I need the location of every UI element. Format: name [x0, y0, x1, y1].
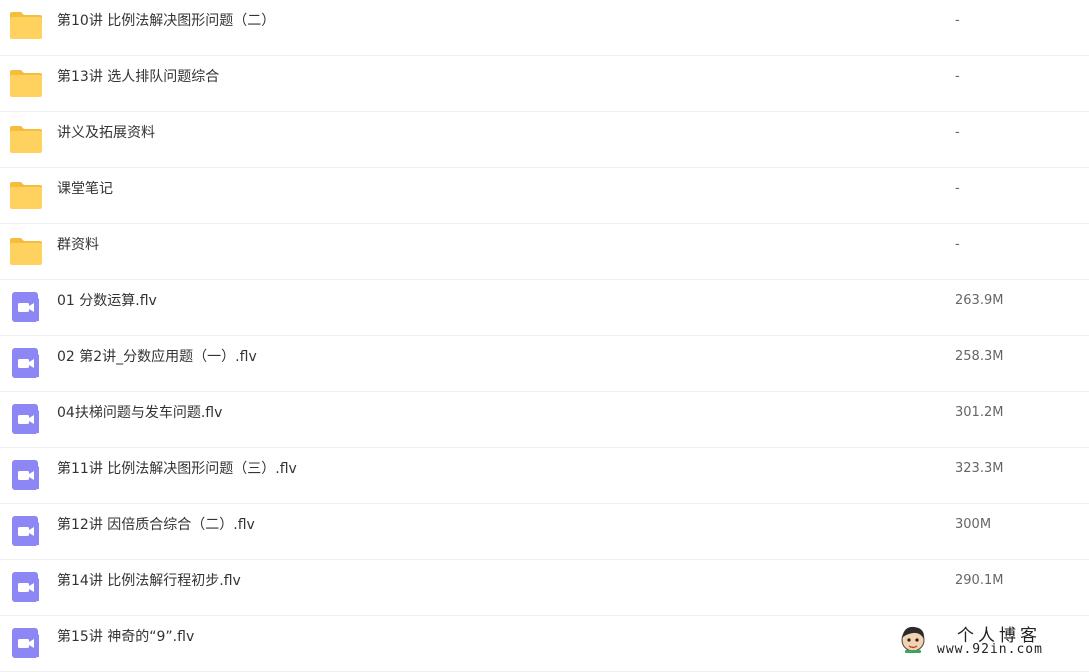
folder-icon — [9, 179, 43, 211]
file-row[interactable]: 第14讲 比例法解行程初步.flv 290.1M — [0, 560, 1089, 616]
file-size: 300M — [955, 517, 992, 532]
file-size: 301.2M — [955, 405, 1004, 420]
video-file-icon — [9, 571, 43, 603]
file-row[interactable]: 第12讲 因倍质合综合（二）.flv 300M — [0, 504, 1089, 560]
file-size: - — [955, 181, 960, 196]
file-name[interactable]: 课堂笔记 — [57, 168, 113, 210]
file-name[interactable]: 第13讲 选人排队问题综合 — [57, 56, 219, 98]
file-name[interactable]: 02 第2讲_分数应用题（一）.flv — [57, 336, 257, 378]
file-size: - — [955, 69, 960, 84]
file-row[interactable]: 第11讲 比例法解决图形问题（三）.flv 323.3M — [0, 448, 1089, 504]
file-name[interactable]: 群资料 — [57, 224, 99, 266]
video-file-icon — [9, 459, 43, 491]
file-name[interactable]: 第15讲 神奇的“9”.flv — [57, 616, 194, 658]
file-size: - — [955, 237, 960, 252]
video-file-icon — [9, 347, 43, 379]
file-size: 290.1M — [955, 573, 1004, 588]
video-file-icon — [9, 627, 43, 659]
watermark: 个人博客 www.92in.com — [895, 620, 1075, 660]
file-size: 263.9M — [955, 293, 1004, 308]
file-name[interactable]: 第11讲 比例法解决图形问题（三）.flv — [57, 448, 297, 490]
file-size: - — [955, 125, 960, 140]
folder-row[interactable]: 群资料 - — [0, 224, 1089, 280]
file-size: 323.3M — [955, 461, 1004, 476]
file-size: 258.3M — [955, 349, 1004, 364]
file-row[interactable]: 02 第2讲_分数应用题（一）.flv 258.3M — [0, 336, 1089, 392]
file-name[interactable]: 第12讲 因倍质合综合（二）.flv — [57, 504, 255, 546]
video-file-icon — [9, 291, 43, 323]
watermark-url: www.92in.com — [937, 642, 1043, 657]
folder-icon — [9, 9, 43, 41]
video-file-icon — [9, 515, 43, 547]
folder-row[interactable]: 第13讲 选人排队问题综合 - — [0, 56, 1089, 112]
file-list: 第10讲 比例法解决图形问题（二） - 第13讲 选人排队问题综合 - 讲义及拓展资料 -… — [0, 0, 1089, 672]
folder-row[interactable]: 讲义及拓展资料 - — [0, 112, 1089, 168]
file-name[interactable]: 04扶梯问题与发车问题.flv — [57, 392, 222, 434]
file-name[interactable]: 第10讲 比例法解决图形问题（二） — [57, 0, 275, 42]
file-name[interactable]: 01 分数运算.flv — [57, 280, 157, 322]
folder-row[interactable]: 第10讲 比例法解决图形问题（二） - — [0, 0, 1089, 56]
folder-icon — [9, 67, 43, 99]
folder-icon — [9, 123, 43, 155]
cartoon-avatar-icon — [901, 626, 925, 653]
file-row[interactable]: 01 分数运算.flv 263.9M — [0, 280, 1089, 336]
file-row[interactable]: 04扶梯问题与发车问题.flv 301.2M — [0, 392, 1089, 448]
video-file-icon — [9, 403, 43, 435]
folder-icon — [9, 235, 43, 267]
file-name[interactable]: 讲义及拓展资料 — [57, 112, 155, 154]
file-size: - — [955, 13, 960, 28]
file-name[interactable]: 第14讲 比例法解行程初步.flv — [57, 560, 241, 602]
folder-row[interactable]: 课堂笔记 - — [0, 168, 1089, 224]
